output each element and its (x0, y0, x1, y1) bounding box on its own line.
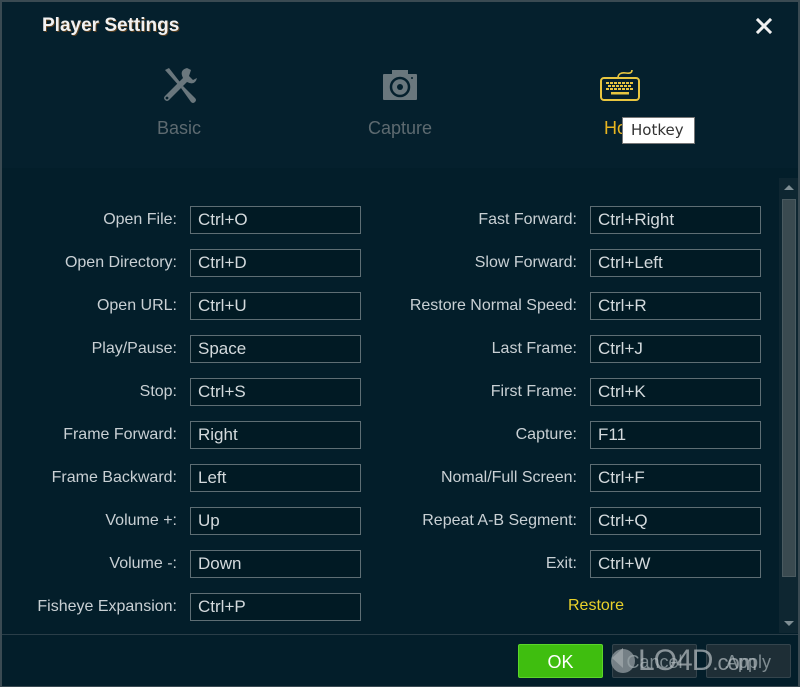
hotkey-input[interactable] (190, 421, 361, 449)
hotkey-label: Volume +: (105, 512, 177, 529)
hotkey-input[interactable] (590, 550, 761, 578)
hotkey-label: Capture: (515, 426, 577, 443)
player-settings-dialog: Player Settings Basic Capture Hotl Hotke… (0, 0, 800, 687)
hotkey-label: Open URL: (96, 297, 177, 314)
hotkey-label: Open Directory: (64, 254, 177, 271)
hotkey-input[interactable] (590, 464, 761, 492)
hotkey-input[interactable] (190, 378, 361, 406)
hotkey-label: First Frame: (490, 383, 577, 400)
hotkey-label: Exit: (545, 555, 577, 572)
dialog-title: Player Settings (42, 15, 180, 36)
hotkey-label: Fisheye Expansion: (37, 598, 177, 615)
hotkey-label: Frame Backward: (51, 469, 177, 486)
hotkey-label: Restore Normal Speed: (409, 297, 577, 314)
hotkey-input[interactable] (590, 335, 761, 363)
hotkey-input[interactable] (190, 292, 361, 320)
hotkey-settings-panel: Open File: Open Directory: Open URL: Play/P… (2, 168, 780, 633)
hotkey-label: Nomal/Full Screen: (440, 469, 577, 486)
dialog-header: Player Settings Basic Capture Hotl Hotke… (2, 2, 798, 168)
hotkey-label: Fast Forward: (478, 211, 577, 228)
hotkey-input[interactable] (190, 464, 361, 492)
keyboard-icon (600, 69, 640, 101)
hotkey-label: Stop: (139, 383, 177, 400)
tab-capture[interactable]: Capture (330, 64, 470, 154)
hotkey-input[interactable] (590, 421, 761, 449)
close-button[interactable] (752, 14, 776, 38)
hotkey-label: Frame Forward: (63, 426, 177, 443)
hotkey-input[interactable] (590, 249, 761, 277)
apply-button[interactable]: Apply (706, 644, 791, 678)
hotkey-input[interactable] (590, 292, 761, 320)
restore-defaults-link[interactable]: Restore (568, 597, 624, 615)
hotkey-input[interactable] (190, 593, 361, 621)
hotkey-input[interactable] (590, 378, 761, 406)
tab-capture-label: Capture (367, 118, 433, 138)
hotkey-label: Volume -: (109, 555, 177, 572)
hotkey-input[interactable] (190, 507, 361, 535)
scroll-up-arrow-icon[interactable] (779, 178, 798, 196)
hotkey-tooltip: Hotkey (622, 117, 695, 144)
hotkey-input[interactable] (190, 206, 361, 234)
hotkey-input[interactable] (190, 335, 361, 363)
hotkey-input[interactable] (190, 249, 361, 277)
tab-basic-label: Basic (156, 118, 201, 138)
hotkey-input[interactable] (590, 206, 761, 234)
scroll-down-arrow-icon[interactable] (779, 615, 798, 633)
camera-icon (383, 70, 417, 100)
ok-button[interactable]: OK (518, 644, 603, 678)
hotkey-input[interactable] (590, 507, 761, 535)
scrollbar-thumb[interactable] (782, 199, 796, 577)
hotkey-input[interactable] (190, 550, 361, 578)
hotkey-label: Repeat A-B Segment: (422, 512, 577, 529)
cancel-button[interactable]: Cancel (612, 644, 697, 678)
hotkey-label: Play/Pause: (91, 340, 177, 357)
hotkey-label: Open File: (103, 211, 177, 228)
vertical-scrollbar[interactable] (779, 178, 798, 633)
tools-icon (164, 68, 197, 103)
hotkey-label: Last Frame: (491, 340, 577, 357)
close-icon (755, 17, 773, 35)
tab-basic[interactable]: Basic (109, 64, 249, 154)
hotkey-label: Slow Forward: (474, 254, 577, 271)
dialog-footer: OK Cancel Apply (2, 634, 798, 686)
